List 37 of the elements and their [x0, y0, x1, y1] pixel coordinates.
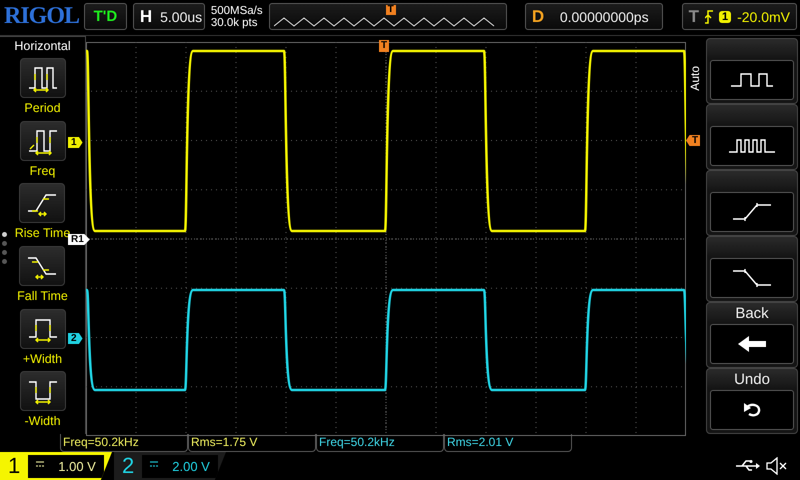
square-wave-icon: [731, 73, 773, 87]
horizontal-label: H: [140, 6, 152, 26]
menu-title: Horizontal: [14, 39, 71, 53]
falling-edge-icon: [733, 269, 771, 287]
measurement-readout: Rms=2.01 V: [444, 434, 572, 452]
trigger-level: -20.0mV: [737, 8, 790, 24]
trigger-label: T: [688, 6, 699, 26]
usb-icon: [736, 460, 760, 472]
channel-tab[interactable]: 2 2.00 V: [114, 452, 226, 480]
delay-label: D: [532, 6, 544, 26]
channel-marker: 1: [68, 137, 83, 148]
left-arrow-icon: [738, 336, 766, 352]
dc-coupling-icon: [150, 460, 158, 466]
measurement-readout: Freq=50.2kHz: [316, 434, 444, 452]
timebase-value: 5.00us: [160, 8, 202, 24]
square-wave-icon: [729, 139, 775, 153]
channel-marker: 2: [68, 333, 83, 344]
undo-icon: [743, 403, 761, 417]
rising-edge-icon: [704, 10, 713, 24]
softkey[interactable]: Back: [706, 302, 798, 368]
softkey[interactable]: Undo: [706, 368, 798, 434]
trigger-position-marker: T: [386, 5, 396, 15]
memory-depth: 30.0k pts: [210, 16, 258, 28]
reference-marker: R1: [68, 234, 90, 245]
speaker-muted-icon: [766, 457, 788, 475]
brand-logo: RIGOL: [4, 3, 78, 30]
auto-label: Auto: [688, 66, 702, 91]
rising-edge-icon: [733, 203, 771, 221]
trigger-level-marker: T: [686, 135, 700, 146]
run-status: T'D: [94, 8, 118, 25]
sample-rate: 500MSa/s: [210, 4, 263, 16]
channel-tab[interactable]: 1 1.00 V: [0, 452, 112, 480]
dc-coupling-icon: [36, 460, 44, 466]
trigger-position-marker: T: [379, 40, 390, 52]
delay-value: 0.00000000ps: [560, 8, 649, 24]
trigger-source: 1: [718, 10, 732, 22]
softkey[interactable]: [706, 104, 798, 170]
